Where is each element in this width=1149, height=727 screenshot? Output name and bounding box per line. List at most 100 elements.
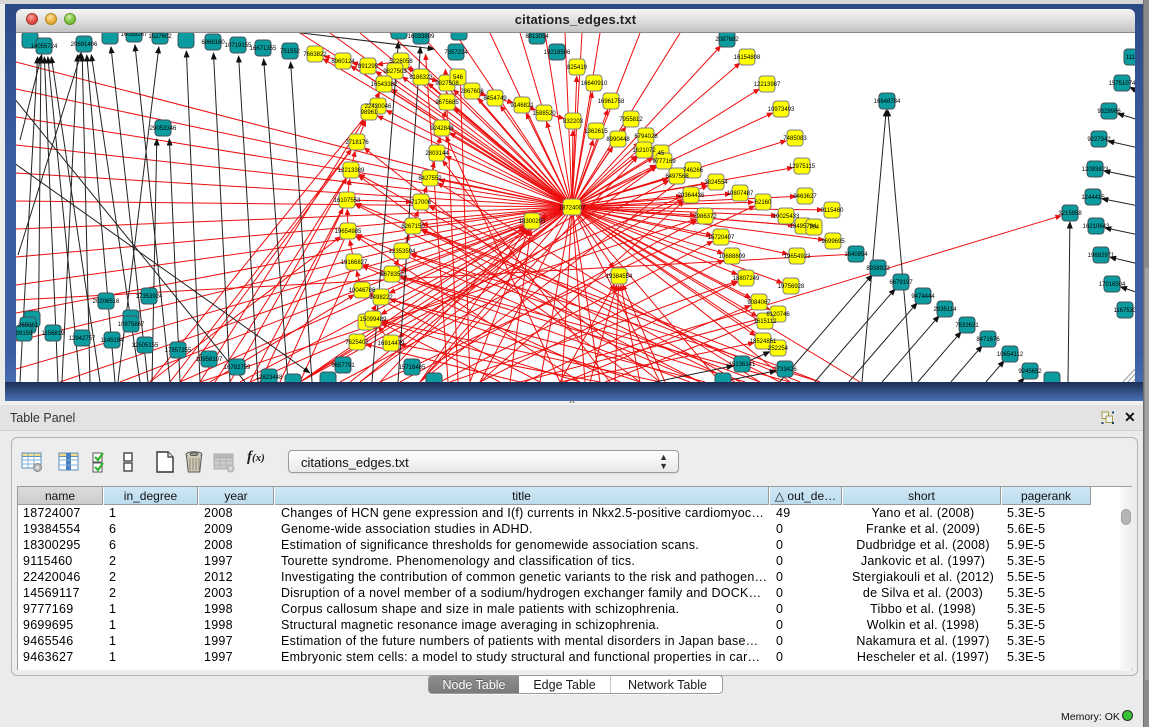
svg-text:8267150: 8267150 bbox=[401, 224, 425, 230]
svg-text:10046786: 10046786 bbox=[349, 288, 376, 294]
svg-text:1615112: 1615112 bbox=[754, 319, 778, 325]
svg-text:8186323: 8186323 bbox=[409, 75, 433, 81]
svg-text:17016504: 17016504 bbox=[1099, 282, 1126, 288]
svg-text:9474444: 9474444 bbox=[911, 294, 935, 300]
svg-text:20206516: 20206516 bbox=[93, 299, 120, 305]
svg-text:15099489: 15099489 bbox=[360, 317, 387, 323]
svg-text:5226058: 5226058 bbox=[389, 59, 413, 65]
svg-text:16033809: 16033809 bbox=[408, 34, 435, 40]
svg-text:16671355: 16671355 bbox=[250, 46, 277, 52]
svg-text:15720407: 15720407 bbox=[708, 235, 735, 241]
svg-text:12823448: 12823448 bbox=[256, 375, 283, 381]
svg-text:12942757: 12942757 bbox=[69, 336, 96, 342]
svg-text:19218506: 19218506 bbox=[544, 50, 571, 56]
svg-text:9227342: 9227342 bbox=[1087, 137, 1111, 143]
svg-text:10025433: 10025433 bbox=[773, 214, 800, 220]
svg-text:15751074: 15751074 bbox=[1109, 81, 1135, 87]
svg-text:9245652: 9245652 bbox=[1018, 369, 1042, 375]
svg-text:9699695: 9699695 bbox=[821, 239, 845, 245]
svg-text:6966160: 6966160 bbox=[201, 40, 225, 46]
svg-text:1167533: 1167533 bbox=[1114, 308, 1135, 314]
svg-text:62160: 62160 bbox=[755, 200, 772, 206]
svg-text:1527602: 1527602 bbox=[148, 34, 172, 40]
svg-text:10719155: 10719155 bbox=[225, 43, 252, 49]
svg-text:7357224: 7357224 bbox=[444, 50, 468, 56]
svg-text:10688609: 10688609 bbox=[719, 254, 746, 260]
svg-text:17353924: 17353924 bbox=[136, 294, 163, 300]
svg-text:14055724: 14055724 bbox=[31, 44, 58, 50]
svg-text:7986372: 7986372 bbox=[693, 214, 717, 220]
svg-text:18724007: 18724007 bbox=[559, 206, 586, 212]
svg-text:17957255: 17957255 bbox=[165, 348, 192, 354]
svg-text:2935114: 2935114 bbox=[934, 307, 958, 313]
svg-text:9329966: 9329966 bbox=[1097, 109, 1121, 115]
svg-text:10807487: 10807487 bbox=[727, 191, 754, 197]
svg-text:1621072: 1621072 bbox=[632, 148, 656, 154]
svg-text:10654112: 10654112 bbox=[997, 352, 1024, 358]
svg-text:16640910: 16640910 bbox=[581, 81, 608, 87]
svg-text:8938923: 8938923 bbox=[866, 266, 890, 272]
svg-text:16648784: 16648784 bbox=[874, 99, 901, 105]
svg-text:3824554: 3824554 bbox=[704, 180, 728, 186]
svg-text:7955812: 7955812 bbox=[619, 117, 643, 123]
svg-text:16543382: 16543382 bbox=[371, 82, 398, 88]
svg-text:1145194: 1145194 bbox=[101, 338, 125, 344]
svg-text:546: 546 bbox=[453, 75, 464, 81]
svg-text:16154808: 16154808 bbox=[734, 55, 761, 61]
svg-text:29053346: 29053346 bbox=[150, 126, 177, 132]
svg-text:8960124: 8960124 bbox=[331, 59, 355, 65]
svg-text:10958107: 10958107 bbox=[196, 357, 223, 363]
svg-text:9827508: 9827508 bbox=[435, 81, 459, 87]
svg-text:2803144: 2803144 bbox=[425, 151, 449, 157]
svg-text:9777169: 9777169 bbox=[652, 159, 676, 165]
svg-text:6679197: 6679197 bbox=[889, 280, 913, 286]
svg-text:16055267: 16055267 bbox=[121, 33, 148, 38]
svg-text:16961758: 16961758 bbox=[598, 99, 625, 105]
svg-text:9675685: 9675685 bbox=[435, 100, 459, 106]
svg-text:39159: 39159 bbox=[16, 331, 33, 337]
svg-text:1498222: 1498222 bbox=[369, 295, 393, 301]
svg-text:9242848: 9242848 bbox=[430, 126, 454, 132]
svg-text:1244415: 1244415 bbox=[1081, 195, 1105, 201]
svg-text:704: 704 bbox=[809, 225, 820, 231]
svg-text:18300295: 18300295 bbox=[519, 219, 546, 225]
svg-text:12093823: 12093823 bbox=[1082, 167, 1109, 173]
svg-text:7485083: 7485083 bbox=[783, 136, 807, 142]
svg-text:19384554: 19384554 bbox=[606, 274, 633, 280]
svg-text:832203: 832203 bbox=[563, 119, 584, 125]
svg-text:15716485: 15716485 bbox=[399, 365, 426, 371]
svg-text:16782759: 16782759 bbox=[224, 365, 251, 371]
svg-text:10973493: 10973493 bbox=[768, 107, 795, 113]
svg-text:751552: 751552 bbox=[280, 49, 301, 55]
svg-text:3215958: 3215958 bbox=[1058, 211, 1082, 217]
svg-text:12505155: 12505155 bbox=[132, 343, 159, 349]
svg-text:19692971: 19692971 bbox=[1088, 253, 1115, 259]
svg-text:16914479: 16914479 bbox=[378, 341, 405, 347]
svg-text:8813054: 8813054 bbox=[525, 34, 549, 40]
svg-text:19756928: 19756928 bbox=[778, 284, 805, 290]
svg-text:2718176: 2718176 bbox=[345, 140, 369, 146]
svg-text:1362615: 1362615 bbox=[584, 129, 608, 135]
svg-text:7632621: 7632621 bbox=[955, 323, 979, 329]
svg-text:2087682: 2087682 bbox=[715, 37, 739, 43]
svg-text:717006: 717006 bbox=[411, 200, 432, 206]
svg-text:19654985: 19654985 bbox=[335, 229, 362, 235]
svg-text:9463627: 9463627 bbox=[793, 194, 817, 200]
svg-text:6120746: 6120746 bbox=[766, 312, 790, 318]
svg-text:9827503: 9827503 bbox=[383, 69, 407, 75]
svg-text:6794028: 6794028 bbox=[634, 134, 658, 140]
svg-text:16107553: 16107553 bbox=[334, 198, 361, 204]
svg-text:6497568: 6497568 bbox=[665, 174, 689, 180]
svg-text:9115460: 9115460 bbox=[821, 208, 845, 214]
svg-text:19654923: 19654923 bbox=[784, 254, 811, 260]
svg-text:1640954: 1640954 bbox=[844, 252, 868, 258]
svg-text:825419: 825419 bbox=[567, 65, 588, 71]
svg-text:1112: 1112 bbox=[1126, 55, 1135, 61]
svg-text:16210643: 16210643 bbox=[1083, 224, 1110, 230]
svg-text:2867608: 2867608 bbox=[460, 89, 484, 95]
svg-text:891295: 891295 bbox=[358, 64, 379, 70]
svg-text:7663822: 7663822 bbox=[303, 52, 327, 58]
svg-text:12213389: 12213389 bbox=[338, 168, 365, 174]
svg-text:18524851: 18524851 bbox=[750, 339, 777, 345]
svg-text:9657791: 9657791 bbox=[331, 363, 355, 369]
